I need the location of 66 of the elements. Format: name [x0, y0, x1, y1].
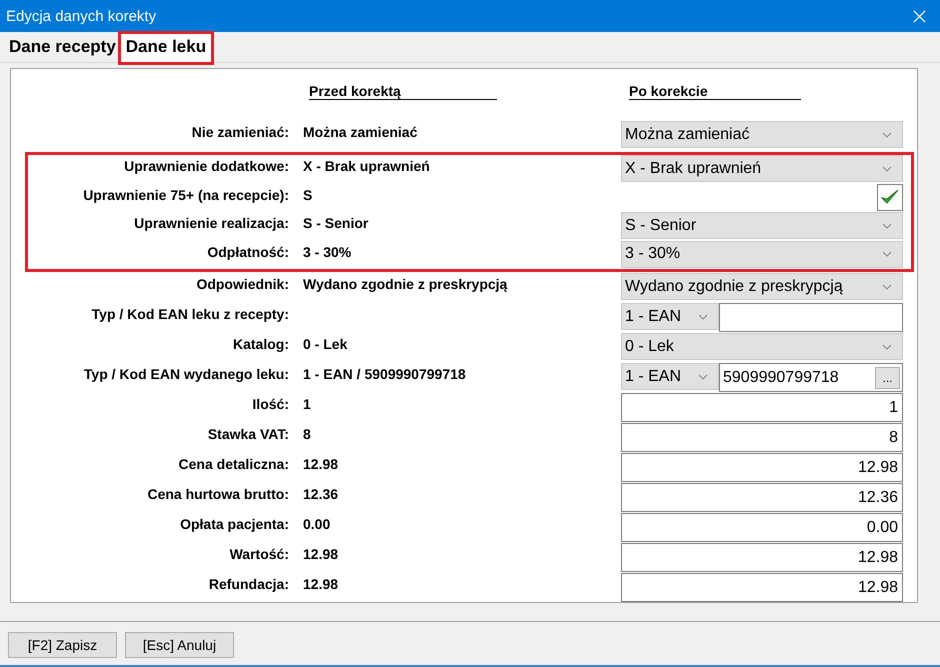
action-button[interactable]: [F2] Zapisz: [8, 632, 117, 658]
field-label: Odpłatność:: [206, 242, 290, 260]
dropdown[interactable]: Można zamieniać: [621, 121, 903, 148]
field-value: Wydano zgodnie z preskrypcją: [303, 276, 508, 292]
chevron-icon: [882, 251, 892, 257]
chevron-icon: [698, 374, 708, 380]
input-field[interactable]: 12.98: [621, 573, 903, 602]
close-icon[interactable]: [913, 10, 926, 22]
field-label: Typ / Kod EAN wydanego leku:: [82, 365, 290, 382]
input-field[interactable]: [719, 303, 903, 332]
input-field[interactable]: 12.36: [621, 483, 903, 512]
chevron-icon: [882, 284, 892, 290]
field-value: 8: [303, 426, 311, 442]
chevron-icon: [882, 132, 892, 138]
field-label: Uprawnienie dodatkowe:: [123, 157, 290, 174]
chevron-icon: [882, 222, 892, 228]
field-value: 12.98: [303, 576, 338, 592]
input-field[interactable]: 8: [621, 423, 903, 452]
field-label: Odpowiednik:: [195, 275, 290, 292]
field-label: Opłata pacjenta:: [179, 515, 290, 532]
field-label: Katalog:: [232, 335, 290, 352]
chevron-icon: [698, 314, 708, 320]
field-value: 12.98: [303, 546, 338, 562]
input-field[interactable]: 1: [621, 393, 903, 422]
browse-button[interactable]: ...: [875, 366, 900, 388]
tab[interactable]: Dane recepty: [4, 34, 121, 62]
field-label: Uprawnienie realizacja:: [133, 214, 290, 231]
dropdown[interactable]: Wydano zgodnie z preskrypcją: [621, 273, 903, 300]
field-value: S: [303, 186, 312, 202]
field-value: 1: [303, 396, 311, 412]
field-value: S - Senior: [303, 215, 368, 231]
column-heading: Przed korektą: [309, 83, 497, 100]
dropdown[interactable]: 3 - 30%: [621, 240, 903, 268]
input-field[interactable]: 5909990799718 ...: [719, 363, 903, 392]
window-title: Edycja danych korekty: [6, 8, 156, 24]
field-label: Stawka VAT:: [206, 425, 290, 442]
input-field[interactable]: 12.98: [621, 453, 903, 482]
dropdown[interactable]: S - Senior: [621, 212, 903, 239]
field-label: Nie zamieniać:: [190, 123, 290, 140]
dropdown[interactable]: 1 - EAN: [621, 363, 719, 390]
tab[interactable]: Dane leku: [120, 34, 212, 62]
field-label: Wartość:: [228, 545, 290, 562]
chevron-icon: [882, 166, 892, 172]
input-field[interactable]: 12.98: [621, 543, 903, 572]
field-value: 0.00: [303, 516, 330, 532]
action-button[interactable]: [Esc] Anuluj: [125, 632, 234, 658]
field-label: Uprawnienie 75+ (na recepcie):: [82, 186, 290, 202]
input-field[interactable]: 0.00: [621, 513, 903, 542]
field-label: Refundacja:: [208, 575, 290, 592]
chevron-icon: [882, 344, 892, 350]
field-label: Typ / Kod EAN leku z recepty:: [90, 305, 290, 322]
field-value: Można zamieniać: [303, 124, 418, 140]
dropdown[interactable]: 0 - Lek: [621, 333, 903, 360]
field-value: X - Brak uprawnień: [303, 158, 430, 174]
field-value: 12.36: [303, 486, 338, 502]
dropdown[interactable]: X - Brak uprawnień: [621, 155, 903, 182]
column-heading: Po korekcie: [629, 83, 801, 100]
field-label: Ilość:: [251, 395, 290, 412]
field-value: 12.98: [303, 456, 338, 472]
field-value: 0 - Lek: [303, 336, 348, 352]
field-value: 3 - 30%: [303, 244, 352, 260]
field-label: Cena hurtowa brutto:: [146, 485, 290, 502]
field-value: 1 - EAN / 5909990799718: [303, 366, 466, 382]
checkbox[interactable]: [877, 184, 903, 210]
field-label: Cena detaliczna:: [178, 455, 290, 472]
dropdown[interactable]: 1 - EAN: [621, 303, 719, 330]
